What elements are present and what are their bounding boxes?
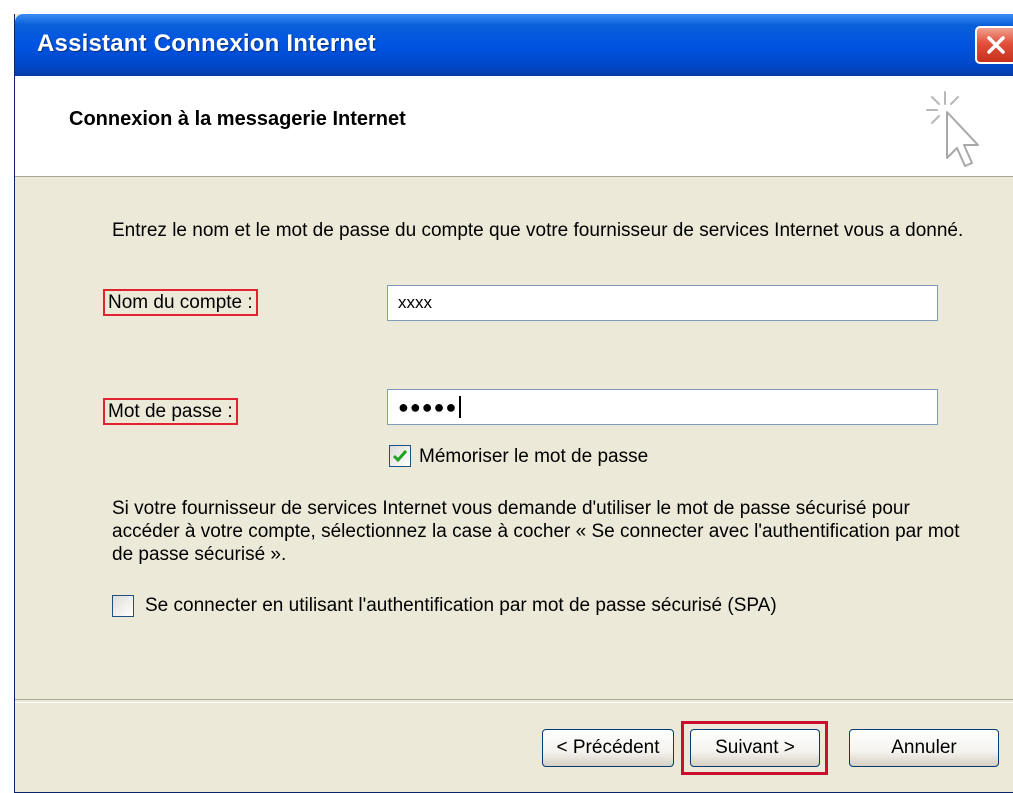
wizard-window: Assistant Connexion Internet Connexion à… (14, 14, 1013, 793)
intro-text: Entrez le nom et le mot de passe du comp… (112, 220, 964, 241)
remember-password-checkbox[interactable] (389, 445, 411, 467)
remember-password-label[interactable]: Mémoriser le mot de passe (419, 445, 648, 468)
cancel-button[interactable]: Annuler (849, 729, 999, 767)
account-name-input[interactable]: xxxx (387, 285, 938, 321)
checkmark-icon (392, 450, 408, 463)
spa-info-text: Si votre fournisseur de services Interne… (112, 498, 960, 565)
button-separator (15, 699, 1013, 703)
next-button[interactable]: Suivant > (690, 729, 820, 767)
close-button[interactable] (975, 26, 1013, 64)
wizard-header: Connexion à la messagerie Internet (15, 76, 1013, 177)
password-label: Mot de passe : (103, 398, 238, 425)
spa-checkbox[interactable] (112, 595, 134, 617)
window-title: Assistant Connexion Internet (37, 30, 376, 57)
password-input[interactable]: ●●●●● (387, 389, 938, 425)
password-value: ●●●●● (398, 396, 458, 417)
page-heading: Connexion à la messagerie Internet (69, 108, 406, 130)
previous-button[interactable]: < Précédent (542, 729, 674, 767)
account-name-label: Nom du compte : (103, 289, 258, 316)
title-bar[interactable]: Assistant Connexion Internet (15, 14, 1013, 76)
wizard-cursor-icon (926, 91, 979, 167)
text-cursor (459, 396, 462, 418)
close-icon (987, 36, 1005, 54)
spa-label[interactable]: Se connecter en utilisant l'authentifica… (145, 594, 777, 617)
